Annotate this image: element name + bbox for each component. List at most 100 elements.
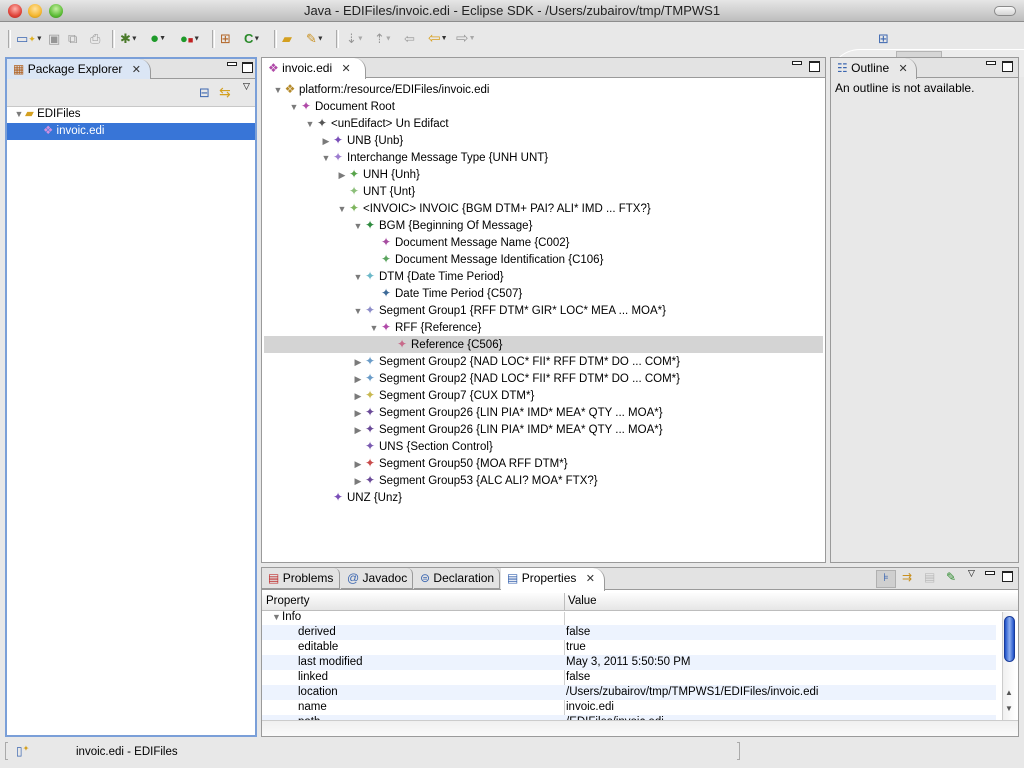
tree-node[interactable]: ▶ ✦ UNB {Unb} [264, 132, 404, 150]
prev-annotation-icon[interactable]: ⇡▼ [374, 31, 392, 47]
scrollbar-thumb[interactable] [1004, 616, 1015, 662]
back-arrow-icon[interactable]: ⇦▼ [428, 31, 448, 47]
model-element-icon: ✦ [380, 252, 392, 266]
expand-toggle-icon[interactable]: ▶ [352, 388, 364, 405]
collapse-all-icon[interactable]: ⊟ [199, 85, 210, 101]
tree-node[interactable]: ▼ ✦ RFF {Reference} [264, 319, 482, 337]
expand-toggle-icon[interactable]: ▶ [352, 422, 364, 439]
tree-node[interactable]: ▼ ✦ Document Root [264, 98, 395, 115]
collapse-toggle-icon[interactable]: ▼ [368, 320, 380, 337]
tab-package-explorer[interactable]: ▦ Package Explorer ✕ [7, 59, 151, 80]
close-window-button[interactable] [8, 4, 22, 18]
tree-item-invoic-edi[interactable]: ❖ invoic.edi [7, 123, 255, 140]
zoom-window-button[interactable] [49, 4, 63, 18]
tree-item-edifiles[interactable]: ▼ ▰ EDIFiles [7, 106, 255, 123]
link-with-editor-icon[interactable]: ⇆ [219, 84, 231, 101]
bug-icon[interactable]: ✱▼ [120, 31, 138, 47]
tree-node[interactable]: ▶ ✦ Segment Group2 {NAD LOC* FII* RFF DTM*… [264, 353, 680, 370]
property-row[interactable]: linked false [262, 670, 996, 685]
editor-tabbar: ❖ invoic.edi ✕ [262, 58, 825, 79]
new-file-icon[interactable]: ▭✦▼ [16, 31, 43, 47]
print-icon[interactable]: ⎙ [90, 31, 100, 47]
property-row[interactable]: last modified May 3, 2011 5:50:50 PM [262, 655, 996, 670]
open-perspective-icon[interactable]: ⊞ [878, 31, 889, 47]
expand-toggle-icon[interactable]: ▶ [352, 354, 364, 371]
open-folder-icon[interactable]: ▰ [282, 31, 292, 47]
tree-node[interactable]: ▶ ✦ UNH {Unh} [264, 166, 420, 183]
tree-node[interactable]: ▶ ✦ Segment Group53 {ALC ALI? MOA* FTX?} [264, 472, 598, 489]
expand-toggle-icon[interactable]: ▶ [352, 371, 364, 388]
collapse-toggle-icon[interactable]: ▼ [352, 269, 364, 286]
close-tab-icon[interactable]: ✕ [898, 59, 907, 79]
scroll-down-icon[interactable]: ▼ [1005, 704, 1013, 713]
tab-outline[interactable]: ☷ Outline ✕ [831, 58, 917, 79]
minimize-window-button[interactable] [28, 4, 42, 18]
tree-node[interactable]: ▼ ✦ Segment Group1 {RFF DTM* GIR* LOC* MEA… [264, 302, 666, 319]
minimize-view-button[interactable] [792, 61, 802, 65]
tree-node[interactable]: ▼ ❖ platform:/resource/EDIFiles/invoic.edi [264, 81, 490, 99]
toolbar-toggle-button[interactable] [994, 6, 1016, 16]
tab-invoic-edi[interactable]: ❖ invoic.edi ✕ [262, 58, 366, 79]
minimize-view-button[interactable] [986, 61, 996, 65]
model-element-icon: ✦ [364, 439, 376, 453]
tree-node[interactable]: ▼ ✦ <INVOIC> INVOIC {BGM DTM+ PAI? ALI* IM… [264, 200, 651, 217]
collapse-toggle-icon[interactable]: ▼ [336, 201, 348, 218]
close-tab-icon[interactable]: ✕ [341, 59, 350, 79]
fast-view-icon[interactable]: ▯✦ [16, 744, 29, 758]
class-icon[interactable]: C▼ [244, 31, 260, 47]
expand-toggle-icon[interactable]: ▶ [320, 133, 332, 150]
collapse-toggle-icon[interactable]: ▼ [304, 116, 316, 133]
tree-node[interactable]: ✦ Document Message Name {C002} [264, 234, 570, 251]
close-tab-icon[interactable]: ✕ [132, 60, 141, 80]
tree-node[interactable]: ▼ ✦ DTM {Date Time Period} [264, 268, 504, 285]
brush-icon[interactable]: ✎▼ [306, 31, 324, 47]
maximize-view-button[interactable] [242, 62, 253, 73]
view-menu-icon[interactable]: ▽ [243, 81, 250, 92]
tree-node[interactable]: ▶ ✦ Segment Group26 {LIN PIA* IMD* MEA* QT… [264, 421, 663, 438]
properties-scrollbar[interactable]: ▲ ▼ [1002, 612, 1016, 720]
tree-node[interactable]: ▶ ✦ Segment Group7 {CUX DTM*} [264, 387, 535, 405]
last-edit-icon[interactable]: ⇦ [404, 31, 415, 47]
property-value: invoic.edi [566, 701, 614, 713]
tree-node[interactable]: ✦ Document Message Identification {C106} [264, 251, 603, 268]
external-tools-icon[interactable]: ●■▼ [180, 31, 200, 47]
property-row[interactable]: editable true [262, 640, 996, 655]
maximize-view-button[interactable] [1002, 61, 1013, 72]
expand-toggle-icon[interactable]: ▼ [13, 106, 25, 123]
expand-toggle-icon[interactable]: ▶ [352, 473, 364, 490]
tree-node-label: UNT {Unt} [363, 186, 416, 198]
tree-node-label: BGM {Beginning Of Message} [379, 220, 533, 232]
run-icon[interactable]: ●▼ [150, 31, 166, 47]
next-annotation-icon[interactable]: ⇣▼ [346, 31, 364, 47]
forward-arrow-icon[interactable]: ⇨▼ [456, 31, 476, 47]
property-row[interactable]: derived false [262, 625, 996, 640]
collapse-toggle-icon[interactable]: ▼ [320, 150, 332, 167]
property-row[interactable]: location/Users/zubairov/tmp/TMPWS1/EDIFi… [262, 685, 996, 700]
tree-node[interactable]: ▼ ✦ Interchange Message Type {UNH UNT} [264, 149, 549, 167]
collapse-toggle-icon[interactable]: ▼ [352, 303, 364, 320]
tree-node[interactable]: ✦ UNZ {Unz} [264, 489, 402, 506]
tree-node[interactable]: ✦ UNT {Unt} [264, 183, 415, 200]
expand-toggle-icon[interactable]: ▶ [352, 456, 364, 473]
tree-node[interactable]: ▶ ✦ Segment Group50 {MOA RFF DTM*} [264, 455, 568, 472]
collapse-toggle-icon[interactable]: ▼ [288, 99, 300, 116]
tree-node[interactable]: ✦ UNS {Section Control} [264, 438, 493, 455]
maximize-view-button[interactable] [809, 61, 820, 72]
tree-node[interactable]: ▼ ✦ <unEdifact> Un Edifact [264, 115, 449, 132]
property-row[interactable]: name invoic.edi [262, 700, 996, 715]
collapse-toggle-icon[interactable]: ▼ [272, 82, 284, 99]
save-icon[interactable]: ▣ [48, 31, 60, 47]
tree-node[interactable]: ▶ ✦ Segment Group26 {LIN PIA* IMD* MEA* QT… [264, 404, 663, 421]
package-icon[interactable]: ⊞ [220, 31, 231, 47]
tree-node[interactable]: ✦ Reference {C506} [264, 336, 823, 353]
minimize-view-button[interactable] [227, 62, 237, 66]
expand-toggle-icon[interactable]: ▶ [352, 405, 364, 422]
collapse-toggle-icon[interactable]: ▼ [352, 218, 364, 235]
save-all-icon[interactable]: ⧉ [68, 31, 77, 47]
tree-node[interactable]: ✦ Date Time Period {C507} [264, 285, 522, 302]
tree-node-label: Document Message Identification {C106} [395, 254, 604, 266]
scroll-up-icon[interactable]: ▲ [1005, 688, 1013, 697]
tree-node[interactable]: ▼ ✦ BGM {Beginning Of Message} [264, 217, 533, 235]
expand-toggle-icon[interactable]: ▶ [336, 167, 348, 184]
tree-node[interactable]: ▶ ✦ Segment Group2 {NAD LOC* FII* RFF DTM*… [264, 370, 680, 387]
